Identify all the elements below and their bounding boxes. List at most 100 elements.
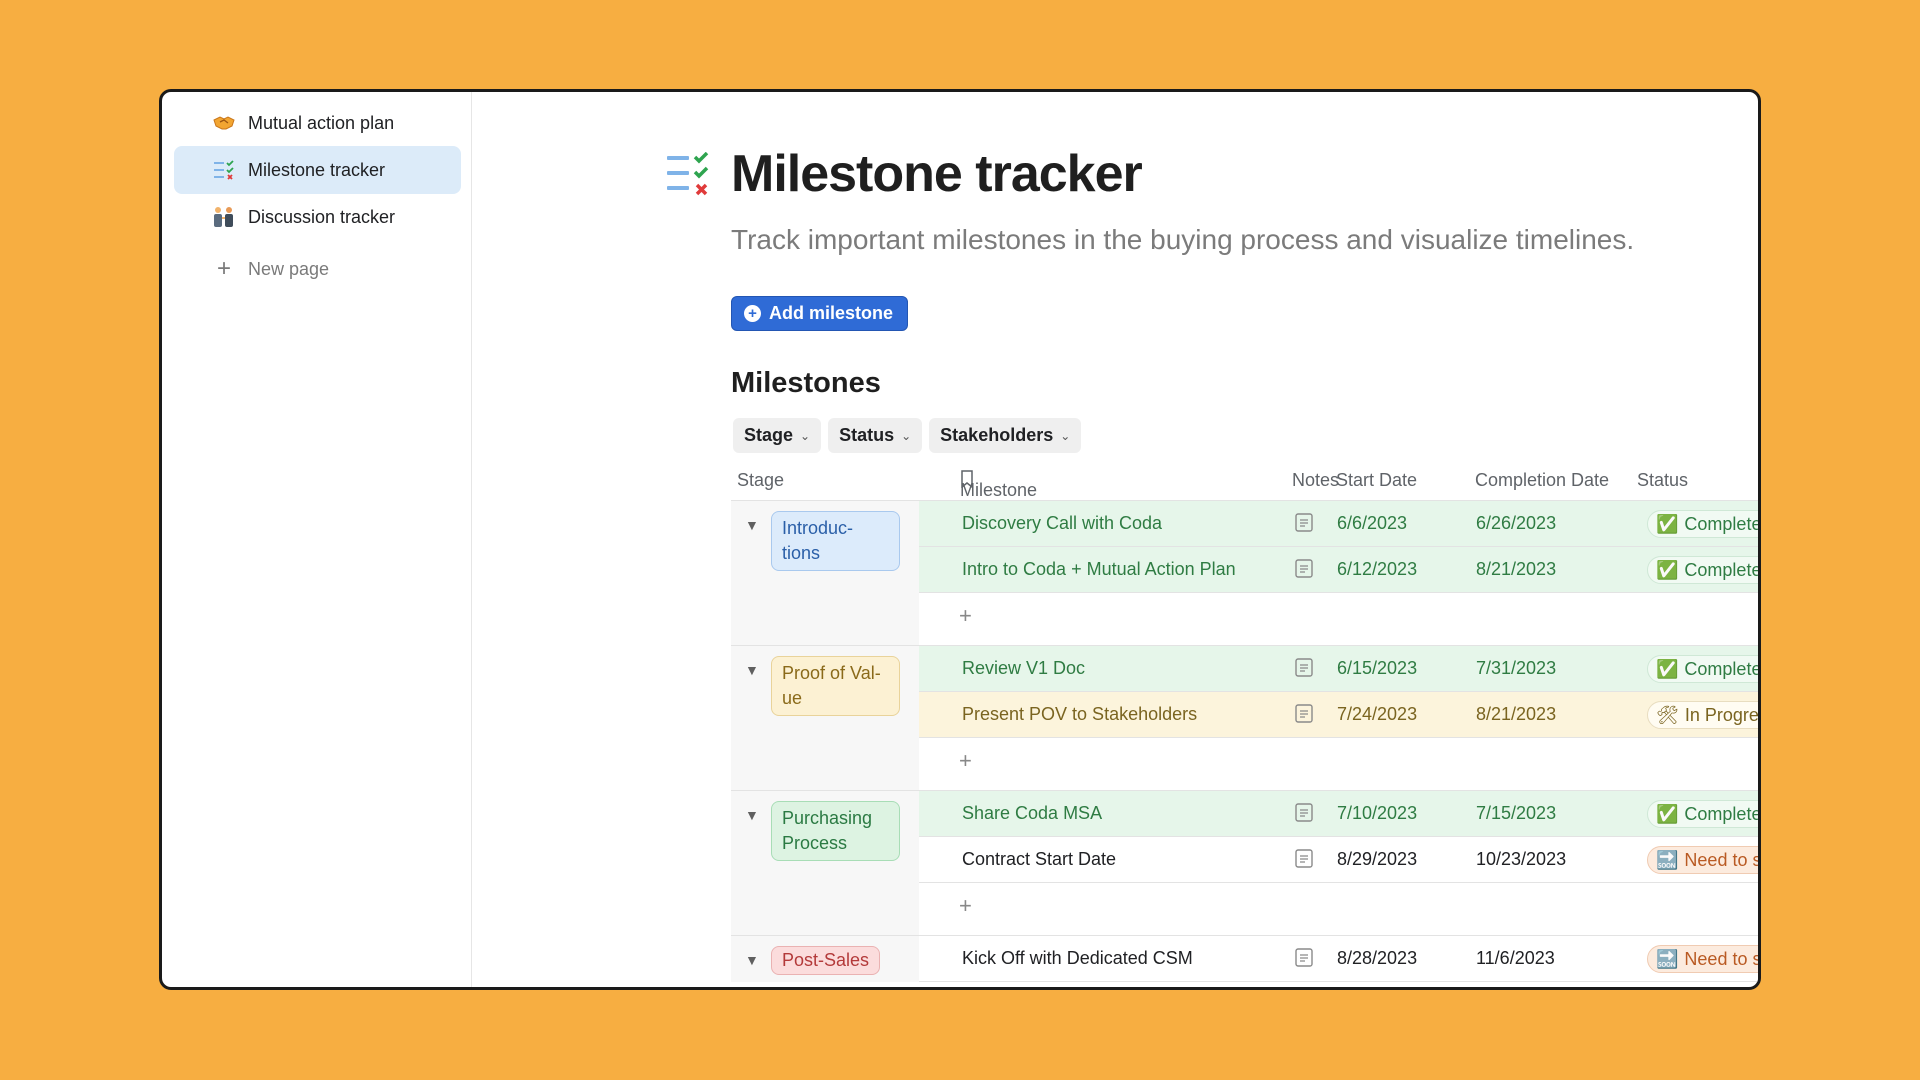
status-badge[interactable]: ✅Completed (1647, 655, 1761, 683)
notes-icon[interactable] (1295, 513, 1313, 532)
stage-cell: ▼ Proof of Val- ue (731, 646, 919, 790)
table-row[interactable]: Review V1 Doc 6/15/2023 7/31/2023 ✅ Complete… (919, 646, 1761, 692)
sidebar-item-discussion-tracker[interactable]: Discussion tracker (174, 193, 461, 241)
header-status[interactable]: Status (1637, 470, 1688, 491)
plus-circle-icon: + (744, 305, 761, 322)
table-body: ▼ Introduc- tions Discovery Call with Coda… (731, 500, 1761, 982)
new-page-label: New page (248, 258, 330, 279)
stage-group: ▼ Post-Sales Kick Off with Dedicated CSM 8/… (731, 935, 1758, 982)
status-label: Completed (1684, 559, 1761, 580)
completion-date: 11/6/2023 (1476, 948, 1555, 968)
table-row[interactable]: Present POV to Stakeholders 7/24/2023 8/21… (919, 692, 1758, 738)
chevron-down-icon: ⌄ (800, 428, 811, 443)
notes-icon[interactable] (1295, 803, 1313, 822)
start-date: 6/6/2023 (1337, 513, 1408, 533)
stage-tag: Post-Sales (771, 946, 881, 975)
status-label: Completed (1684, 513, 1761, 534)
filter-status[interactable]: Status ⌄ (828, 418, 923, 453)
filter-label: Stage (744, 425, 794, 445)
section-title: Milestones (731, 367, 881, 399)
header-milestone-label: Milestone (960, 480, 1038, 500)
collapse-caret-icon[interactable]: ▼ (745, 517, 759, 533)
soon-arrow-icon: 🔜 (1656, 948, 1679, 969)
plus-icon: + (959, 748, 972, 773)
milestone-name: Contract Start Date (962, 849, 1117, 869)
status-badge[interactable]: 🔜Need to start (1647, 846, 1758, 874)
header-stage[interactable]: Stage (737, 470, 784, 491)
start-date: 7/24/2023 (1337, 704, 1418, 724)
table-row[interactable]: Discovery Call with Coda 6/6/2023 6/26/202… (919, 501, 1761, 547)
collapse-caret-icon[interactable]: ▼ (745, 952, 759, 968)
completion-date: 10/23/2023 (1476, 849, 1567, 869)
start-date: 8/28/2023 (1337, 948, 1418, 968)
milestones-table: Stage Milestone Notes Start Date Complet… (731, 460, 1761, 982)
sidebar-item-mutual-action-plan[interactable]: Mutual action plan (174, 99, 461, 147)
filter-stakeholders[interactable]: Stakeholders ⌄ (929, 418, 1082, 453)
header-milestone[interactable]: Milestone (960, 470, 1037, 500)
stage-group: ▼ Introduc- tions Discovery Call with Coda… (731, 500, 1761, 645)
add-row-button[interactable]: + (919, 883, 1758, 935)
table-row[interactable]: Contract Start Date 8/29/2023 10/23/2023 🔜 N… (919, 837, 1758, 883)
milestone-name: Share Coda MSA (962, 803, 1103, 823)
sidebar-item-milestone-tracker[interactable]: Milestone tracker (174, 146, 461, 194)
header-notes[interactable]: Notes (1292, 470, 1339, 491)
stage-tag: Purchasing Process (771, 801, 900, 861)
notes-icon[interactable] (1295, 948, 1313, 967)
completion-date: 6/26/2023 (1476, 513, 1557, 533)
status-label: Completed (1684, 658, 1761, 679)
stage-cell: ▼ Introduc- tions (731, 501, 919, 645)
stage-group: ▼ Proof of Val- ue Review V1 Doc 6/15/2023 7… (731, 645, 1761, 790)
completion-date: 7/15/2023 (1476, 803, 1557, 823)
notes-icon[interactable] (1295, 704, 1313, 723)
app-window: Mutual action plan Milestone tracker Dis… (159, 89, 1761, 990)
plus-icon: + (959, 603, 972, 628)
check-box-icon: ✅ (1656, 559, 1679, 580)
notes-icon[interactable] (1295, 658, 1313, 677)
main-content: Milestone tracker Track important milest… (472, 92, 1758, 987)
chevron-down-icon: ⌄ (1060, 428, 1071, 443)
milestone-name: Present POV to Stakeholders (962, 704, 1198, 724)
sidebar: Mutual action plan Milestone tracker Dis… (162, 92, 472, 987)
check-box-icon: ✅ (1656, 803, 1679, 824)
status-badge[interactable]: 🔜Need to start (1647, 945, 1758, 973)
new-page-button[interactable]: + New page (174, 245, 461, 293)
collapse-caret-icon[interactable]: ▼ (745, 662, 759, 678)
milestone-name: Intro to Coda + Mutual Action Plan (962, 559, 1236, 579)
notes-icon[interactable] (1295, 849, 1313, 868)
page-subtitle: Track important milestones in the buying… (731, 224, 1635, 255)
sidebar-item-label: Milestone tracker (248, 159, 386, 180)
collapse-caret-icon[interactable]: ▼ (745, 807, 759, 823)
milestone-name: Kick Off with Dedicated CSM (962, 948, 1193, 968)
filter-label: Status (839, 425, 895, 445)
milestone-name: Discovery Call with Coda (962, 513, 1163, 533)
status-badge[interactable]: 🛠In Progress (1647, 701, 1758, 729)
add-milestone-button[interactable]: + Add milestone (731, 296, 909, 331)
table-row[interactable]: Intro to Coda + Mutual Action Plan 6/12/2… (919, 547, 1761, 593)
sidebar-item-label: Discussion tracker (248, 206, 396, 227)
milestone-name: Review V1 Doc (962, 658, 1086, 678)
checklist-icon (212, 158, 236, 182)
completion-date: 8/21/2023 (1476, 704, 1557, 724)
add-row-button[interactable]: + (919, 738, 1758, 790)
table-row[interactable]: Share Coda MSA 7/10/2023 7/15/2023 ✅ Complet… (919, 791, 1758, 837)
filter-stage[interactable]: Stage ⌄ (733, 418, 822, 453)
status-badge[interactable]: ✅Completed (1647, 510, 1761, 538)
header-start-date[interactable]: Start Date (1336, 470, 1417, 491)
people-icon (212, 205, 236, 229)
status-badge[interactable]: ✅Completed (1647, 556, 1761, 584)
page-title: Milestone tracker (731, 145, 1143, 203)
header-completion-date[interactable]: Completion Date (1475, 470, 1609, 491)
filter-label: Stakeholders (940, 425, 1054, 445)
chevron-down-icon: ⌄ (901, 428, 912, 443)
table-row[interactable]: Kick Off with Dedicated CSM 8/28/2023 11/6… (919, 936, 1758, 982)
start-date: 7/10/2023 (1337, 803, 1418, 823)
completion-date: 7/31/2023 (1476, 658, 1557, 678)
soon-arrow-icon: 🔜 (1656, 849, 1679, 870)
table-header: Stage Milestone Notes Start Date Complet… (731, 460, 1758, 500)
completion-date: 8/21/2023 (1476, 559, 1557, 579)
notes-icon[interactable] (1295, 559, 1313, 578)
status-badge[interactable]: ✅Completed (1647, 800, 1758, 828)
handshake-icon (212, 111, 236, 135)
add-row-button[interactable]: + (919, 593, 1758, 645)
plus-icon: + (959, 893, 972, 918)
